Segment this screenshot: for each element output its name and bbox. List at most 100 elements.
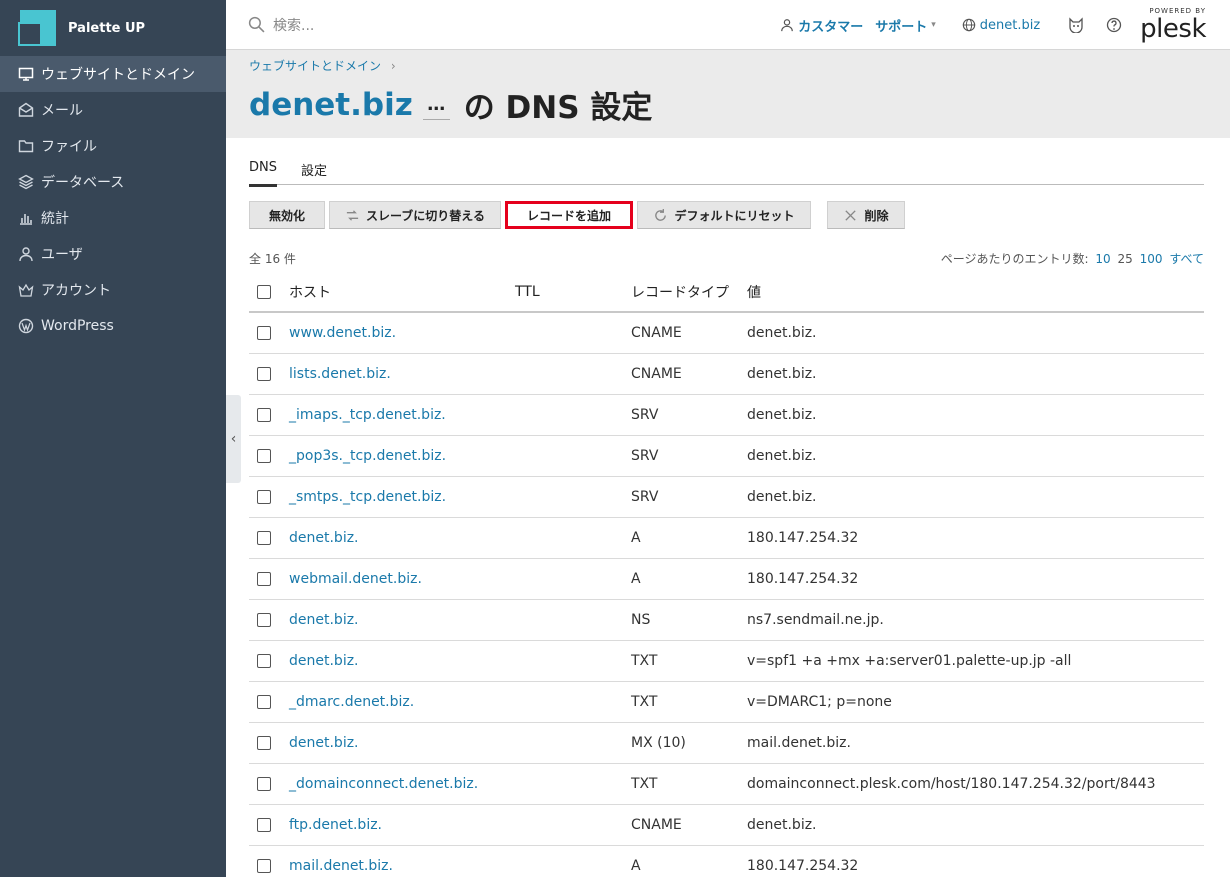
- sidebar-collapse-handle[interactable]: ‹: [226, 395, 241, 483]
- add-record-button[interactable]: レコードを追加: [505, 201, 633, 229]
- bar-chart-icon: [18, 210, 34, 226]
- sidebar-item-label: ファイル: [41, 139, 97, 155]
- sidebar-item-account[interactable]: アカウント: [0, 272, 226, 308]
- row-value: denet.biz.: [747, 817, 817, 833]
- title-area: ウェブサイトとドメイン › denet.biz … の DNS 設定: [226, 50, 1230, 138]
- brand-logo-icon: [18, 8, 58, 48]
- sidebar-item-mail[interactable]: メール: [0, 92, 226, 128]
- row-host-link[interactable]: denet.biz.: [289, 735, 515, 751]
- plesk-logo[interactable]: POWERED BY plesk: [1140, 8, 1206, 44]
- row-host-link[interactable]: denet.biz.: [289, 653, 515, 669]
- search-input[interactable]: 検索...: [273, 15, 314, 35]
- search-icon: [248, 16, 265, 33]
- row-checkbox[interactable]: [257, 736, 271, 750]
- row-checkbox[interactable]: [257, 367, 271, 381]
- search-box[interactable]: 検索...: [248, 15, 314, 35]
- sidebar-item-label: WordPress: [41, 318, 114, 334]
- row-type: MX (10): [631, 735, 686, 751]
- table-row: lists.denet.biz. CNAME denet.biz.: [249, 354, 1204, 395]
- perpage-option-25[interactable]: 25: [1117, 252, 1132, 266]
- row-checkbox[interactable]: [257, 408, 271, 422]
- row-host-link[interactable]: _smtps._tcp.denet.biz.: [289, 489, 515, 505]
- row-host-link[interactable]: webmail.denet.biz.: [289, 571, 515, 587]
- tab-settings[interactable]: 設定: [301, 160, 327, 185]
- perpage-option-all[interactable]: すべて: [1169, 252, 1204, 266]
- row-checkbox[interactable]: [257, 531, 271, 545]
- disable-label: 無効化: [268, 208, 305, 223]
- row-type: TXT: [631, 653, 658, 669]
- sidebar-item-wordpress[interactable]: WordPress: [0, 308, 226, 344]
- domain-more-button[interactable]: …: [422, 90, 450, 120]
- row-value: denet.biz.: [747, 325, 817, 341]
- customer-link[interactable]: カスタマー: [780, 16, 863, 35]
- sidebar-item-databases[interactable]: データベース: [0, 164, 226, 200]
- row-checkbox[interactable]: [257, 490, 271, 504]
- page-title-domain[interactable]: denet.biz: [249, 87, 413, 123]
- brand[interactable]: Palette UP: [0, 0, 226, 56]
- row-host-link[interactable]: denet.biz.: [289, 530, 515, 546]
- sidebar-item-users[interactable]: ユーザ: [0, 236, 226, 272]
- row-host-link[interactable]: _pop3s._tcp.denet.biz.: [289, 448, 515, 464]
- reset-default-button[interactable]: デフォルトにリセット: [637, 201, 811, 229]
- row-checkbox[interactable]: [257, 654, 271, 668]
- row-host-link[interactable]: _domainconnect.denet.biz.: [289, 776, 515, 792]
- row-host-link[interactable]: www.denet.biz.: [289, 325, 515, 341]
- select-all-checkbox[interactable]: [257, 284, 271, 299]
- sidebar-item-files[interactable]: ファイル: [0, 128, 226, 164]
- row-value: domainconnect.plesk.com/host/180.147.254…: [747, 776, 1156, 792]
- row-checkbox[interactable]: [257, 818, 271, 832]
- row-host-link[interactable]: denet.biz.: [289, 612, 515, 628]
- row-value: denet.biz.: [747, 407, 817, 423]
- row-value: denet.biz.: [747, 366, 817, 382]
- disable-button[interactable]: 無効化: [249, 201, 325, 229]
- cat-icon[interactable]: [1068, 17, 1084, 33]
- row-checkbox[interactable]: [257, 613, 271, 627]
- row-type: CNAME: [631, 325, 682, 341]
- toolbar: 無効化 スレーブに切り替える レコードを追加 デフォルトにリセット 削除: [249, 201, 909, 229]
- row-host-link[interactable]: ftp.denet.biz.: [289, 817, 515, 833]
- sidebar-item-websites[interactable]: ウェブサイトとドメイン: [0, 56, 226, 92]
- page-title-suffix: の DNS 設定: [463, 90, 653, 126]
- entries-per-page: ページあたりのエントリ数: 10 25 100 すべて: [941, 250, 1204, 267]
- dns-records-table: ホスト TTL レコードタイプ 値 www.denet.biz. CNAME den…: [249, 272, 1204, 877]
- column-value[interactable]: 値: [747, 282, 1204, 302]
- delete-label: 削除: [864, 208, 889, 223]
- row-type: A: [631, 571, 641, 587]
- row-checkbox[interactable]: [257, 572, 271, 586]
- column-host[interactable]: ホスト: [289, 282, 515, 302]
- help-icon[interactable]: [1106, 17, 1122, 33]
- switch-slave-button[interactable]: スレーブに切り替える: [329, 201, 501, 229]
- table-row: _smtps._tcp.denet.biz. SRV denet.biz.: [249, 477, 1204, 518]
- row-host-link[interactable]: _imaps._tcp.denet.biz.: [289, 407, 515, 423]
- table-row: mail.denet.biz. A 180.147.254.32: [249, 846, 1204, 877]
- row-host-link[interactable]: mail.denet.biz.: [289, 858, 515, 874]
- row-checkbox[interactable]: [257, 777, 271, 791]
- row-checkbox[interactable]: [257, 449, 271, 463]
- row-type: NS: [631, 612, 651, 628]
- top-bar: 検索... カスタマー サポート ▾ denet.biz POWERED BY …: [226, 0, 1230, 50]
- delete-button[interactable]: 削除: [827, 201, 905, 229]
- table-header: ホスト TTL レコードタイプ 値: [249, 272, 1204, 313]
- column-ttl[interactable]: TTL: [515, 284, 631, 300]
- sidebar-item-label: データベース: [41, 175, 125, 191]
- row-value: 180.147.254.32: [747, 530, 859, 546]
- domain-link[interactable]: denet.biz: [962, 18, 1040, 33]
- page-title: denet.biz … の DNS 設定: [249, 82, 652, 127]
- row-checkbox[interactable]: [257, 859, 271, 873]
- row-checkbox[interactable]: [257, 326, 271, 340]
- support-menu[interactable]: サポート ▾: [875, 16, 936, 35]
- row-type: TXT: [631, 694, 658, 710]
- plesk-name: plesk: [1140, 14, 1206, 44]
- breadcrumb-link[interactable]: ウェブサイトとドメイン: [249, 59, 381, 73]
- table-row: _dmarc.denet.biz. TXT v=DMARC1; p=none: [249, 682, 1204, 723]
- column-type[interactable]: レコードタイプ: [631, 282, 747, 302]
- perpage-option-10[interactable]: 10: [1095, 252, 1110, 266]
- tab-dns[interactable]: DNS: [249, 160, 277, 187]
- sidebar-item-label: メール: [41, 103, 83, 119]
- sidebar-item-statistics[interactable]: 統計: [0, 200, 226, 236]
- row-checkbox[interactable]: [257, 695, 271, 709]
- row-host-link[interactable]: _dmarc.denet.biz.: [289, 694, 515, 710]
- perpage-option-100[interactable]: 100: [1140, 252, 1163, 266]
- monitor-icon: [18, 66, 34, 82]
- row-host-link[interactable]: lists.denet.biz.: [289, 366, 515, 382]
